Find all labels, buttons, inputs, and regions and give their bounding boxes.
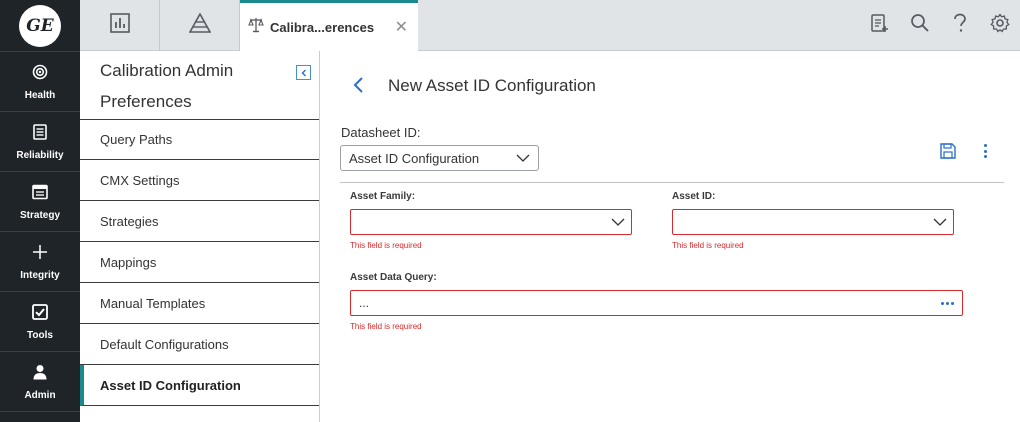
side-panel: Calibration Admin Preferences Query Path… xyxy=(80,51,320,422)
nav-label-integrity: Integrity xyxy=(20,269,60,281)
tab-label: Calibra...erences xyxy=(270,19,375,35)
asset-data-query-input[interactable]: ... xyxy=(350,290,963,316)
nav-label-tools: Tools xyxy=(27,329,53,341)
top-tab-bar: Calibra...erences ✕ xyxy=(80,0,1020,51)
side-item-manual-templates[interactable]: Manual Templates xyxy=(80,283,319,324)
divider xyxy=(340,182,1004,183)
browse-query-button[interactable] xyxy=(941,302,954,305)
ellipsis-dot xyxy=(941,302,944,305)
tab-pyramid[interactable] xyxy=(160,0,240,51)
tab-dashboard[interactable] xyxy=(80,0,160,51)
top-toolbar xyxy=(860,0,1020,51)
chevron-down-icon xyxy=(516,152,530,167)
calendar-icon xyxy=(31,183,49,201)
main-content: New Asset ID Configuration Datasheet ID:… xyxy=(321,51,1020,422)
target-icon xyxy=(31,63,49,81)
document-icon xyxy=(31,123,49,141)
nav-item-admin[interactable]: Admin xyxy=(0,352,80,412)
asset-data-query-value: ... xyxy=(359,296,370,310)
asset-id-label: Asset ID: xyxy=(672,191,716,202)
search-icon xyxy=(910,13,930,38)
nav-label-admin: Admin xyxy=(24,389,56,401)
clipboard-add-icon xyxy=(871,13,889,38)
side-item-mappings[interactable]: Mappings xyxy=(80,242,319,283)
ellipsis-dot xyxy=(946,302,949,305)
side-item-query-paths[interactable]: Query Paths xyxy=(80,119,319,160)
asset-data-query-label: Asset Data Query: xyxy=(350,272,437,283)
kebab-dot xyxy=(983,155,987,158)
nav-item-health[interactable]: Health xyxy=(0,52,80,112)
more-options-button[interactable] xyxy=(981,142,989,160)
side-panel-title: Calibration Admin Preferences xyxy=(100,61,234,111)
nav-item-integrity[interactable]: Integrity xyxy=(0,232,80,292)
nav-item-tools[interactable]: Tools xyxy=(0,292,80,352)
checkbox-icon xyxy=(31,303,49,321)
nav-label-health: Health xyxy=(24,89,56,101)
page-title: New Asset ID Configuration xyxy=(388,76,596,95)
kebab-dot xyxy=(983,144,987,147)
asset-family-select[interactable] xyxy=(350,209,632,235)
side-item-cmx-settings[interactable]: CMX Settings xyxy=(80,160,319,201)
scale-icon xyxy=(248,17,264,38)
asset-family-label: Asset Family: xyxy=(350,191,416,202)
asset-id-error: This field is required xyxy=(672,241,744,250)
nav-item-reliability[interactable]: Reliability xyxy=(0,112,80,172)
logo-area: GE xyxy=(0,0,80,52)
chevron-down-icon xyxy=(611,216,625,231)
asset-data-query-error: This field is required xyxy=(350,322,422,331)
kebab-dot xyxy=(983,149,987,153)
save-button[interactable] xyxy=(939,142,957,160)
nav-label-reliability: Reliability xyxy=(16,149,64,161)
asset-family-error: This field is required xyxy=(350,241,422,250)
user-icon xyxy=(31,363,49,381)
back-button[interactable] xyxy=(351,75,367,95)
left-nav: GE Health Reliability Strategy Integrity… xyxy=(0,0,80,422)
search-button[interactable] xyxy=(900,0,940,51)
collapse-panel-button[interactable] xyxy=(296,65,311,80)
chevron-left-icon xyxy=(300,64,308,82)
datasheet-select[interactable]: Asset ID Configuration xyxy=(340,145,539,171)
nav-item-strategy[interactable]: Strategy xyxy=(0,172,80,232)
save-icon xyxy=(939,143,957,164)
settings-button[interactable] xyxy=(980,0,1020,51)
side-item-strategies[interactable]: Strategies xyxy=(80,201,319,242)
help-icon xyxy=(953,13,967,38)
datasheet-label: Datasheet ID: xyxy=(341,125,421,140)
side-item-asset-id-configuration[interactable]: Asset ID Configuration xyxy=(80,365,319,406)
chevron-left-icon xyxy=(351,77,367,99)
plus-icon xyxy=(31,243,49,261)
datasheet-select-value: Asset ID Configuration xyxy=(349,150,480,166)
dashboard-icon xyxy=(109,13,130,38)
tab-calibration-preferences[interactable]: Calibra...erences ✕ xyxy=(240,0,418,51)
nav-label-strategy: Strategy xyxy=(19,209,60,221)
chevron-down-icon xyxy=(933,216,947,231)
logo-text: GE xyxy=(26,15,54,36)
ellipsis-dot xyxy=(951,302,954,305)
clipboard-add-button[interactable] xyxy=(860,0,900,51)
help-button[interactable] xyxy=(940,0,980,51)
ge-logo[interactable]: GE xyxy=(19,4,61,47)
close-icon[interactable]: ✕ xyxy=(395,17,408,37)
gear-icon xyxy=(990,13,1010,38)
pyramid-icon xyxy=(188,12,211,38)
asset-id-select[interactable] xyxy=(672,209,954,235)
side-item-default-configurations[interactable]: Default Configurations xyxy=(80,324,319,365)
